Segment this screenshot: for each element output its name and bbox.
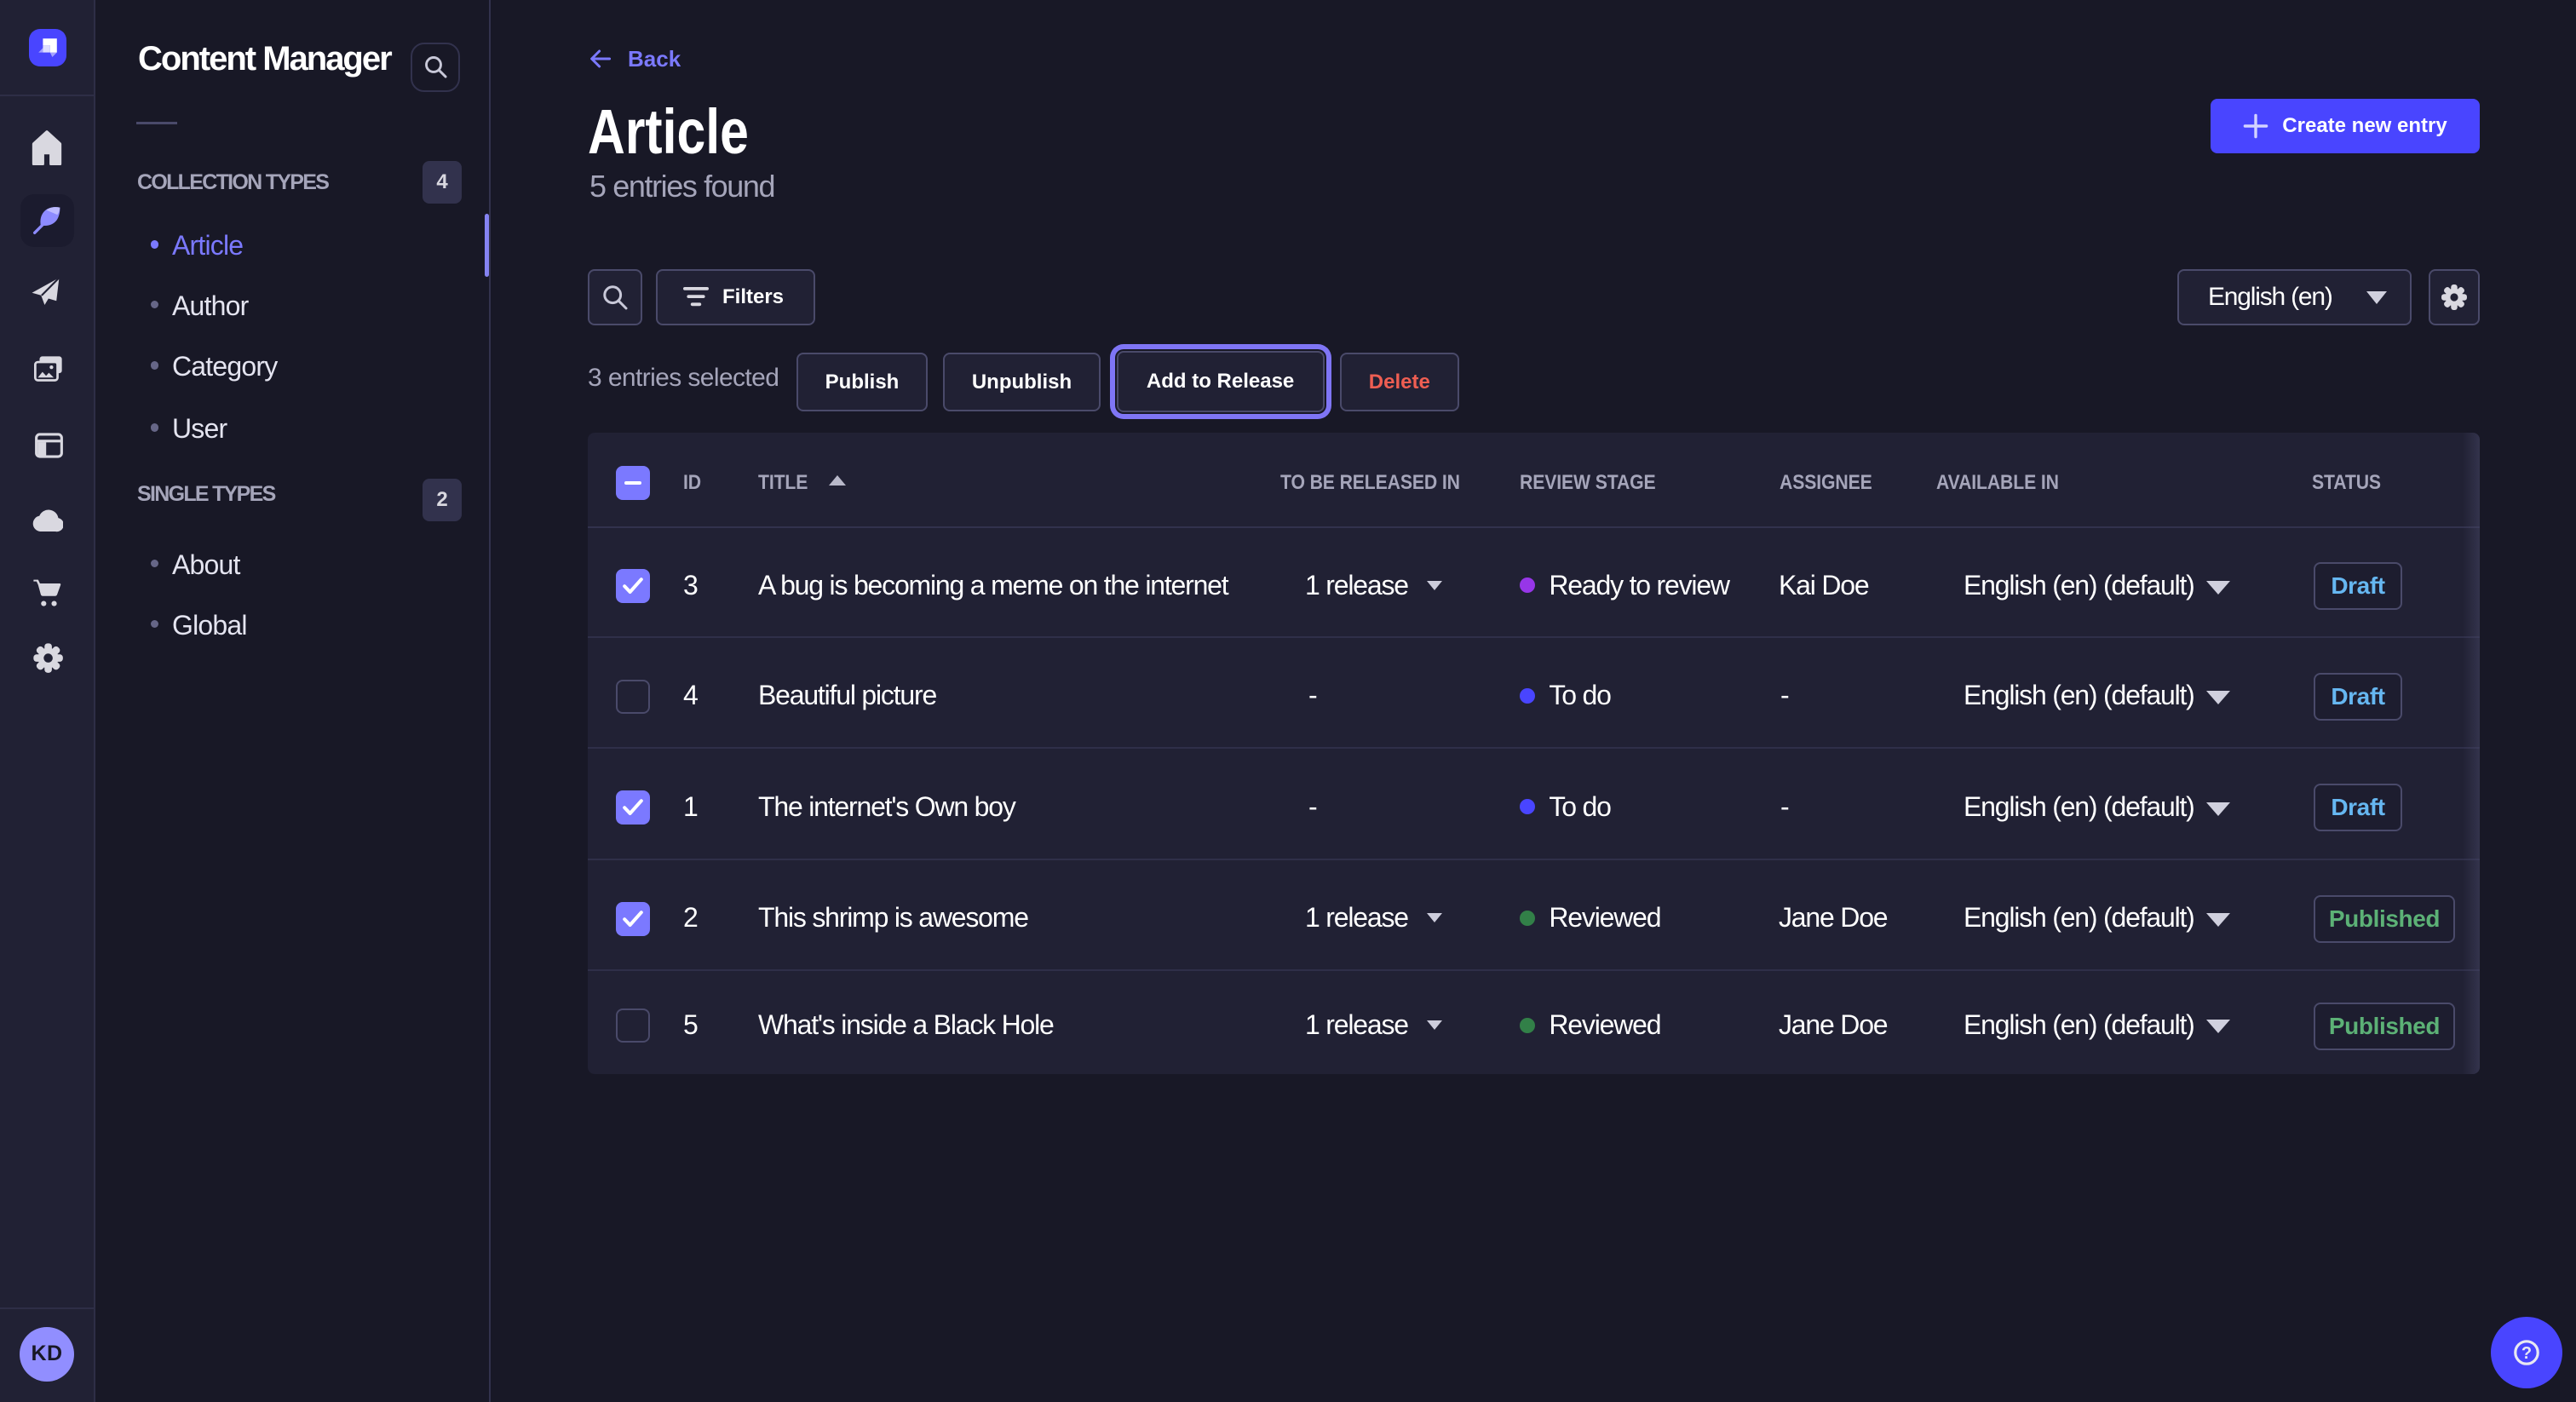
- svg-text:?: ?: [2521, 1344, 2532, 1363]
